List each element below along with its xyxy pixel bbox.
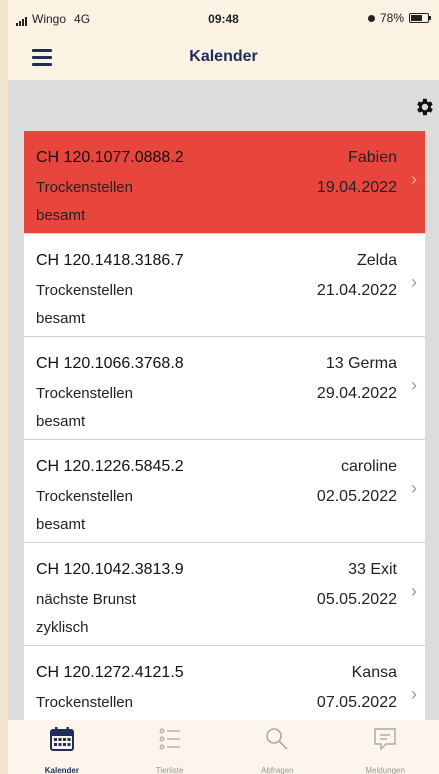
- chevron-right-icon: ›: [411, 684, 417, 704]
- status-line-2: besamt: [36, 207, 86, 224]
- tab-list[interactable]: Tierliste: [116, 720, 224, 774]
- page-title: Kalender: [189, 48, 258, 65]
- animal-id: CH 120.1418.3186.7: [36, 252, 184, 269]
- calendar-list: CH 120.1077.0888.2 Trockenstellen besamt Fa…: [24, 131, 425, 720]
- status-line-1: nächste Brunst: [36, 591, 137, 608]
- battery-percent: 78%: [379, 11, 404, 25]
- animal-id: CH 120.1077.0888.2: [36, 149, 184, 166]
- tab-calendar[interactable]: Kalender: [8, 720, 116, 774]
- calendar-list-item[interactable]: CH 120.1226.5845.2 Trockenstellen besamt ca…: [24, 440, 425, 543]
- calendar-list-item[interactable]: CH 120.1066.3768.8 Trockenstellen besamt 13…: [24, 337, 425, 440]
- event-date: 05.05.2022: [316, 591, 397, 608]
- navigation-bar: Kalender: [8, 34, 439, 80]
- animal-name: 13 Germa: [325, 355, 397, 372]
- animal-id: CH 120.1272.4121.5: [36, 664, 184, 681]
- animal-id: CH 120.1226.5845.2: [36, 458, 184, 475]
- animal-name: 33 Exit: [348, 561, 397, 578]
- calendar-content[interactable]: CH 120.1077.0888.2 Trockenstellen besamt Fa…: [8, 80, 439, 720]
- chevron-right-icon: ›: [411, 478, 417, 498]
- animal-id: CH 120.1042.3813.9: [36, 561, 184, 578]
- event-date: 21.04.2022: [316, 282, 397, 299]
- status-line-2: besamt: [36, 516, 86, 533]
- battery-icon: [409, 13, 431, 23]
- status-line-2: besamt: [36, 413, 86, 430]
- animal-id: CH 120.1066.3768.8: [36, 355, 184, 372]
- status-line-1: Trockenstellen: [36, 488, 133, 505]
- status-line-2: besamt: [36, 310, 86, 327]
- chevron-right-icon: ›: [411, 169, 417, 189]
- calendar-list-item[interactable]: CH 120.1418.3186.7 Trockenstellen besamt Ze…: [24, 234, 425, 337]
- phone-screen: Wingo 4G 09:48 78% Kalender CH 120.1077.…: [8, 0, 439, 774]
- battery-info: 78%: [367, 11, 431, 25]
- animal-name: Fabien: [348, 149, 397, 166]
- status-line-1: Trockenstellen: [36, 282, 133, 299]
- tab-bar: Kalender Tierliste Abfragen Meldungen: [8, 720, 439, 774]
- status-line-2: zyklisch: [36, 619, 89, 636]
- event-date: 02.05.2022: [316, 488, 397, 505]
- tab-label: Abfragen: [261, 766, 294, 774]
- chevron-right-icon: ›: [411, 272, 417, 292]
- status-line-1: Trockenstellen: [36, 385, 133, 402]
- status-bar: Wingo 4G 09:48 78%: [8, 0, 439, 34]
- animal-name: Kansa: [351, 664, 397, 681]
- calendar-list-item[interactable]: CH 120.1077.0888.2 Trockenstellen besamt Fa…: [24, 131, 425, 234]
- tab-label: Kalender: [44, 766, 79, 774]
- animal-name: Zelda: [356, 252, 397, 269]
- tab-message[interactable]: Meldungen: [331, 720, 439, 774]
- event-date: 29.04.2022: [316, 385, 397, 402]
- gear-icon[interactable]: [413, 96, 435, 118]
- status-line-1: Trockenstellen: [36, 179, 133, 196]
- status-line-1: Trockenstellen: [36, 694, 133, 711]
- tab-label: Meldungen: [365, 766, 405, 774]
- do-not-disturb-icon: [367, 14, 375, 22]
- event-date: 07.05.2022: [316, 694, 397, 711]
- animal-name: caroline: [340, 458, 397, 475]
- tab-search[interactable]: Abfragen: [224, 720, 332, 774]
- calendar-list-item[interactable]: CH 120.1042.3813.9 nächste Brunst zyklisch…: [24, 543, 425, 646]
- calendar-list-item[interactable]: CH 120.1272.4121.5 Trockenstellen Kansa 07.…: [24, 646, 425, 720]
- event-date: 19.04.2022: [316, 179, 397, 196]
- chevron-right-icon: ›: [411, 375, 417, 395]
- chevron-right-icon: ›: [411, 581, 417, 601]
- tab-label: Tierliste: [155, 766, 184, 774]
